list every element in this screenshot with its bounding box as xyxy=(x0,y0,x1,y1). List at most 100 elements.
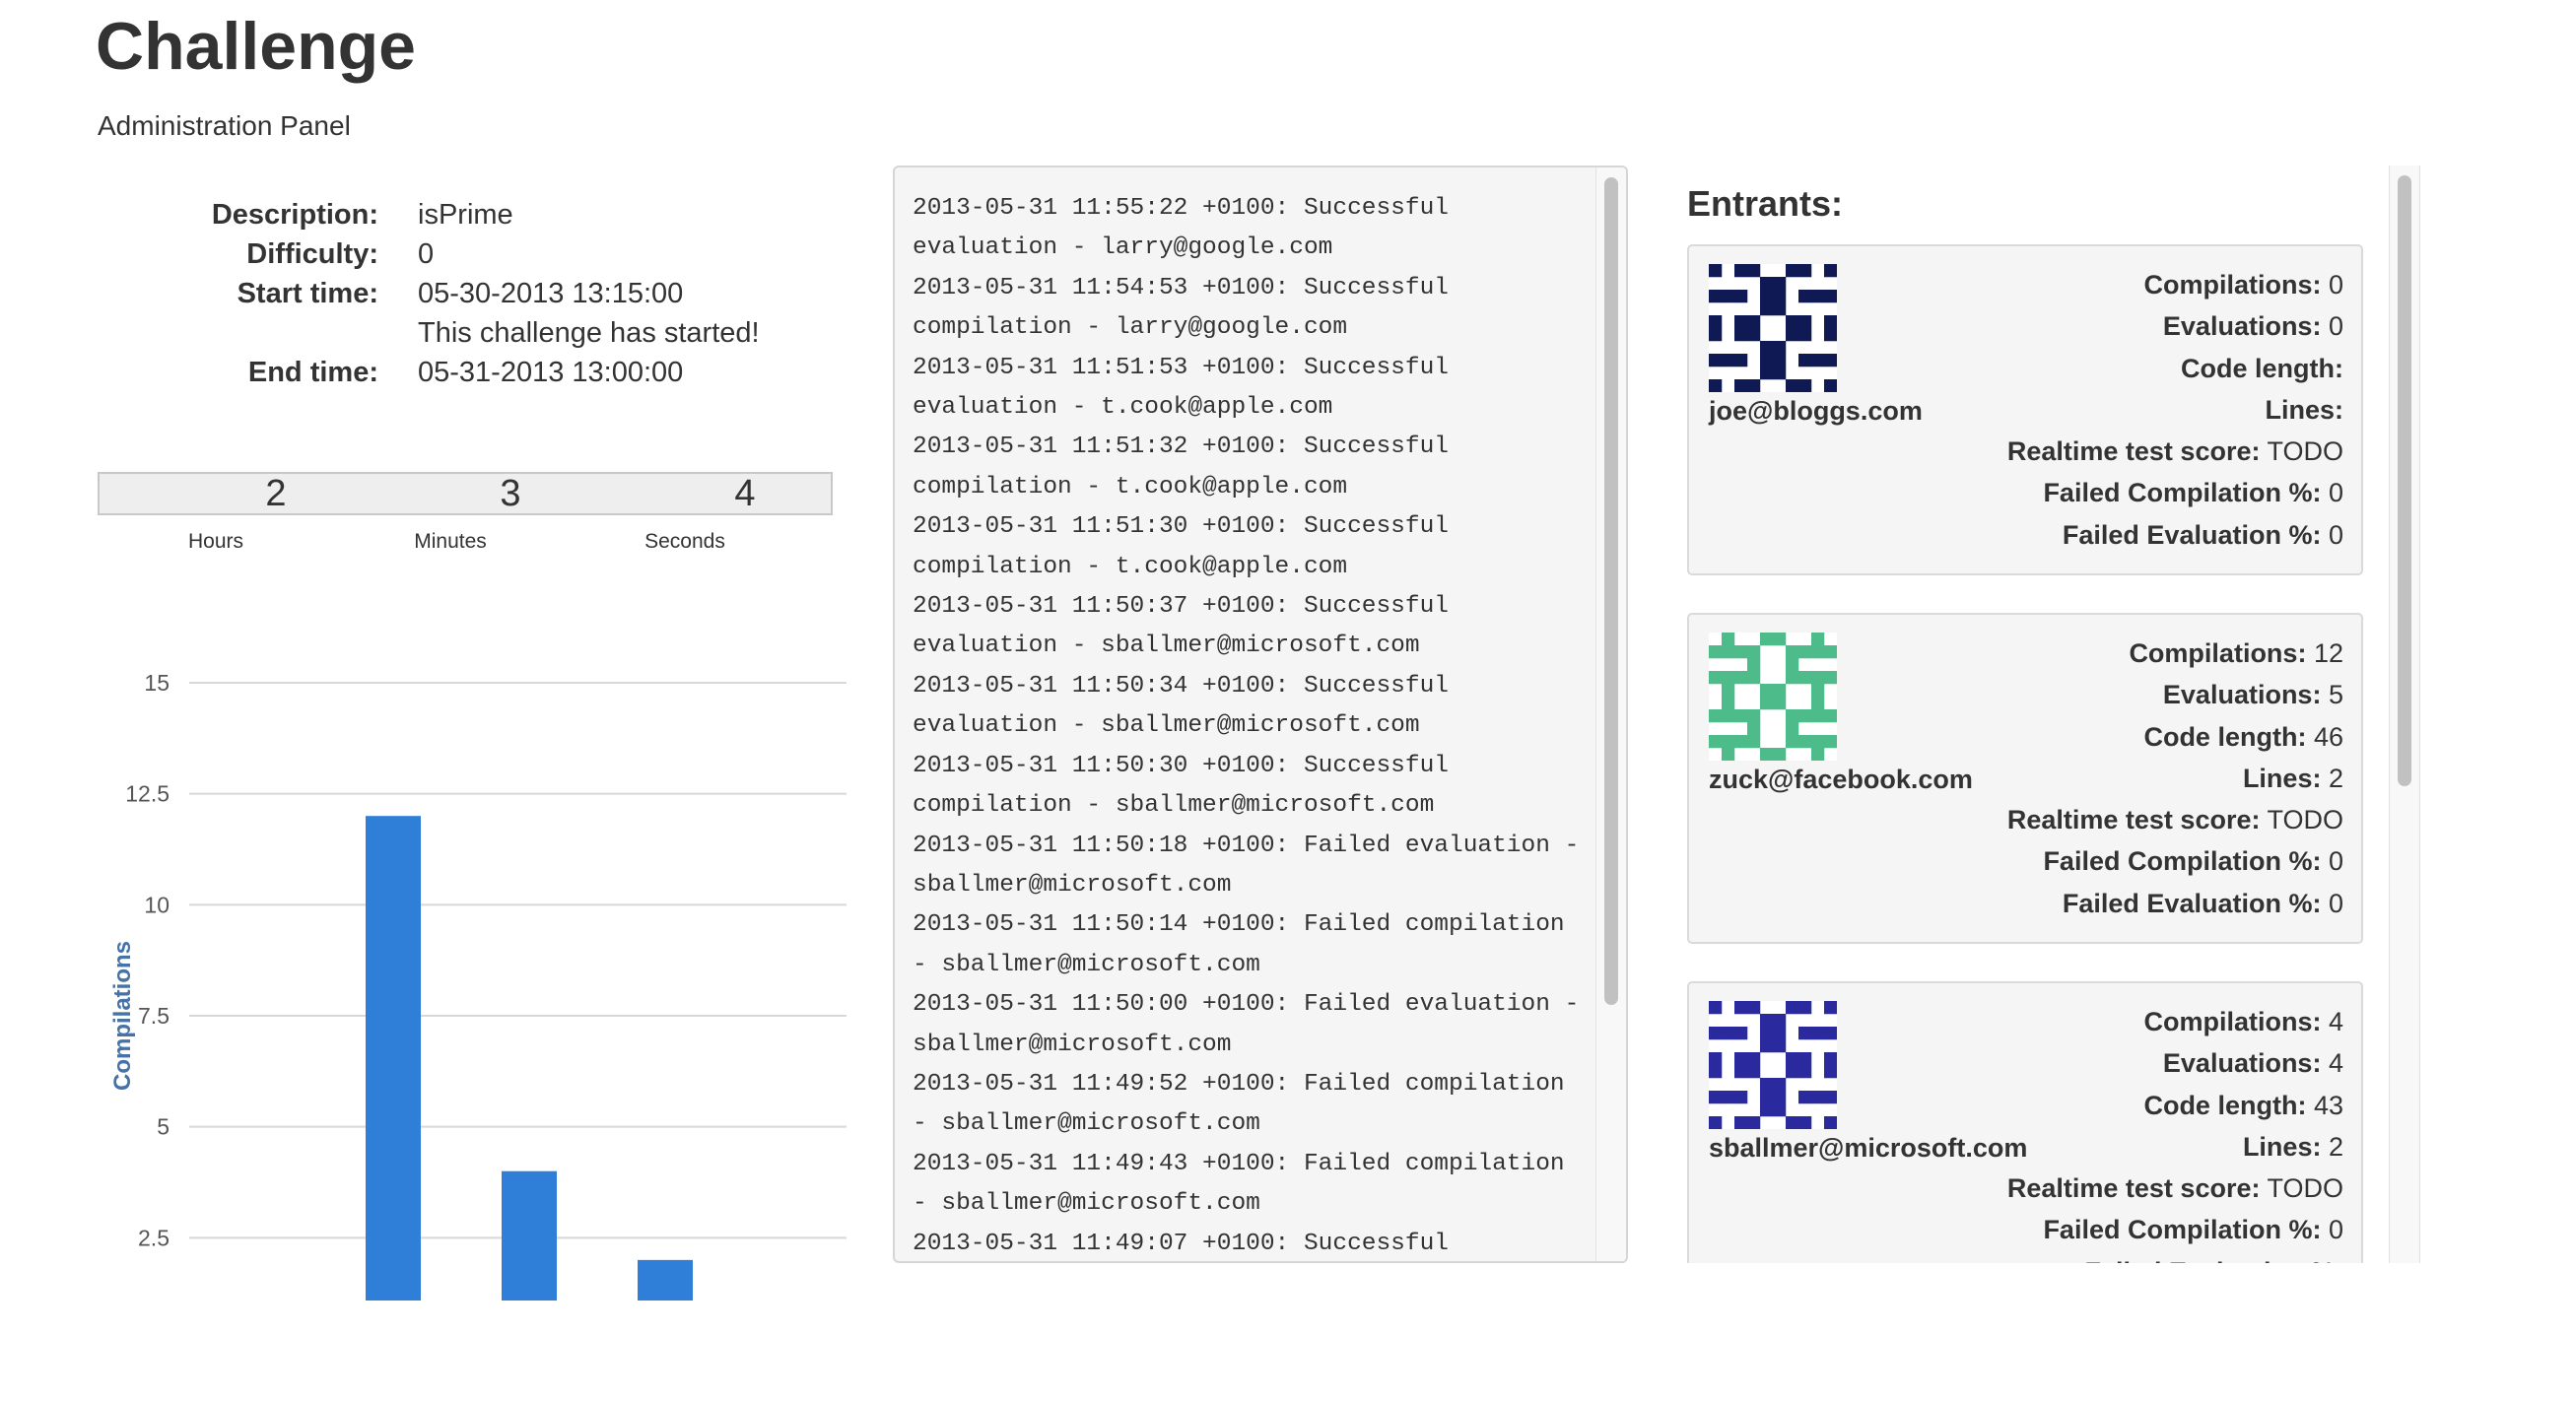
stat-row-code-length: Code length: xyxy=(2007,348,2343,389)
stat-value: TODO xyxy=(2267,436,2343,467)
stat-label: Realtime test score: xyxy=(2006,436,2261,467)
countdown-minutes: 3 xyxy=(500,473,521,514)
stat-label: Compilations: xyxy=(2143,1007,2322,1036)
start-time-value: 05-30-2013 13:15:00 xyxy=(418,278,684,309)
identicon-avatar xyxy=(1709,264,1837,392)
log-entry: 2013-05-31 11:49:07 +0100: Successful xyxy=(913,1230,1449,1257)
stat-label: Code length: xyxy=(2143,1090,2307,1120)
stat-row-compilations: Compilations: 4 xyxy=(2007,1001,2343,1042)
entrant-card: zuck@facebook.com Compilations: 12 Evaluat… xyxy=(1687,613,2363,944)
log-entry: 2013-05-31 11:51:53 +0100: Successful ev… xyxy=(913,354,1463,422)
log-entry: 2013-05-31 11:51:30 +0100: Successful co… xyxy=(913,513,1463,580)
stat-label: Compilations: xyxy=(2129,638,2307,668)
y-tick-label: 15 xyxy=(144,670,169,696)
stat-label: Lines: xyxy=(2242,1131,2322,1162)
log-entry: 2013-05-31 11:50:00 +0100: Failed evalua… xyxy=(913,991,1594,1058)
stat-value: 0 xyxy=(2328,846,2343,877)
stat-value: 0 xyxy=(2328,888,2343,918)
log-scrollbar-thumb[interactable] xyxy=(1604,177,1618,1005)
stat-row-realtime: Realtime test score: TODO xyxy=(2007,799,2343,840)
stat-row-failed-compilation: Failed Compilation %: 0 xyxy=(2007,472,2343,513)
stat-value: 12 xyxy=(2313,638,2343,668)
stat-label: Evaluations: xyxy=(2162,311,2322,342)
entrant-card: sballmer@microsoft.com Compilations: 4 Eva… xyxy=(1687,981,2363,1263)
y-tick-label: 10 xyxy=(144,892,169,917)
stat-label: Realtime test score: xyxy=(2006,1173,2261,1204)
page-title: Challenge xyxy=(96,9,416,84)
stat-value: 0 xyxy=(2328,519,2343,550)
page-subtitle: Administration Panel xyxy=(98,110,351,141)
log-entry: 2013-05-31 11:50:37 +0100: Successful ev… xyxy=(913,593,1463,660)
stat-row-failed-compilation: Failed Compilation %: 0 xyxy=(2007,1209,2343,1250)
log-entry: 2013-05-31 11:50:14 +0100: Failed compil… xyxy=(913,911,1580,978)
log-entry: 2013-05-31 11:50:18 +0100: Failed evalua… xyxy=(913,832,1594,899)
stat-label: Failed Evaluation %: xyxy=(2062,519,2322,550)
y-tick-label: 5 xyxy=(157,1114,169,1140)
entrant-stats: Compilations: 12 Evaluations: 5 Code lengt… xyxy=(2007,633,2343,924)
stat-value: 4 xyxy=(2328,1048,2343,1079)
difficulty-row: Difficulty: 0 xyxy=(177,234,760,274)
stat-label: Failed Compilation %: xyxy=(2043,1215,2322,1245)
end-time-value: 05-31-2013 13:00:00 xyxy=(418,357,684,388)
stat-label: Failed Compilation %: xyxy=(2043,478,2322,508)
difficulty-label: Difficulty: xyxy=(246,238,378,270)
entrants-scrollbar[interactable] xyxy=(2389,166,2420,1263)
countdown-seconds: 4 xyxy=(734,473,756,514)
stat-label: Lines: xyxy=(2242,763,2322,793)
log-scrollbar[interactable] xyxy=(1595,167,1626,1261)
stat-label: Failed Compilation %: xyxy=(2043,846,2322,877)
stat-row-realtime: Realtime test score: TODO xyxy=(2007,431,2343,472)
stat-value: 0 xyxy=(2328,270,2343,300)
stat-row-lines: Lines: 2 xyxy=(2007,758,2343,799)
stat-row-evaluations: Evaluations: 0 xyxy=(2007,305,2343,347)
stat-row-code-length: Code length: 46 xyxy=(2007,716,2343,758)
stat-label: Failed Evaluation %: xyxy=(2062,888,2322,918)
entrant-email: joe@bloggs.com xyxy=(1709,396,1923,426)
description-label: Description: xyxy=(211,199,378,231)
entrants-panel[interactable]: joe@bloggs.com Compilations: 0 Evaluations… xyxy=(1665,166,2424,1263)
description-value: isPrime xyxy=(418,199,513,231)
entrants-heading: Entrants: xyxy=(1687,183,1844,224)
countdown-seconds-label: Seconds xyxy=(644,530,725,553)
stat-label: Realtime test score: xyxy=(2006,805,2261,835)
start-time-label: Start time: xyxy=(237,278,378,309)
identicon-avatar xyxy=(1709,1001,1837,1129)
stat-row-evaluations: Evaluations: 5 xyxy=(2007,674,2343,715)
stat-row-compilations: Compilations: 12 xyxy=(2007,633,2343,674)
y-tick-label: 12.5 xyxy=(125,781,169,807)
entrants-scrollbar-thumb[interactable] xyxy=(2398,175,2411,786)
bar-2 xyxy=(502,1170,557,1301)
log-entry: 2013-05-31 11:51:32 +0100: Successful co… xyxy=(913,434,1463,500)
stat-row-failed-compilation: Failed Compilation %: 0 xyxy=(2007,840,2343,882)
log-entry: 2013-05-31 11:49:43 +0100: Failed compil… xyxy=(913,1150,1580,1218)
end-time-label: End time: xyxy=(247,357,378,388)
start-note: This challenge has started! xyxy=(418,317,760,349)
stat-row-lines: Lines: 2 xyxy=(2007,1126,2343,1168)
identicon-avatar xyxy=(1709,633,1837,761)
stat-value: 2 xyxy=(2328,1131,2343,1162)
stat-value: 46 xyxy=(2313,721,2343,752)
start-note-row: This challenge has started! xyxy=(177,313,760,353)
activity-log-panel[interactable]: 2013-05-31 11:55:22 +0100: Successful ev… xyxy=(893,166,1628,1263)
stat-value: 0 xyxy=(2328,1215,2343,1245)
y-tick-label: 7.5 xyxy=(138,1003,169,1029)
stat-label: Evaluations: xyxy=(2162,680,2322,710)
stat-label: Code length: xyxy=(2143,721,2307,752)
stat-row-lines: Lines: xyxy=(2007,389,2343,431)
stat-label: Failed Evaluation %: xyxy=(2084,1257,2343,1263)
log-entry: 2013-05-31 11:50:30 +0100: Successful co… xyxy=(913,752,1463,820)
stat-row-realtime: Realtime test score: TODO xyxy=(2007,1168,2343,1209)
stat-value: 43 xyxy=(2313,1090,2343,1120)
entrant-stats: Compilations: 0 Evaluations: 0 Code length… xyxy=(2007,264,2343,556)
challenge-details: Description: isPrime Difficulty: 0 Start… xyxy=(177,195,760,392)
activity-log-list: 2013-05-31 11:55:22 +0100: Successful ev… xyxy=(913,189,1594,1261)
stat-value: 2 xyxy=(2328,763,2343,793)
log-entry: 2013-05-31 11:54:53 +0100: Successful co… xyxy=(913,274,1463,342)
stat-value: 4 xyxy=(2328,1007,2343,1036)
y-tick-label: 2.5 xyxy=(138,1225,169,1250)
stat-value: 0 xyxy=(2328,478,2343,508)
y-axis-title: Compilations xyxy=(109,941,136,1091)
entrant-card: joe@bloggs.com Compilations: 0 Evaluations… xyxy=(1687,244,2363,575)
difficulty-value: 0 xyxy=(418,238,435,270)
end-time-row: End time: 05-31-2013 13:00:00 xyxy=(177,353,760,392)
